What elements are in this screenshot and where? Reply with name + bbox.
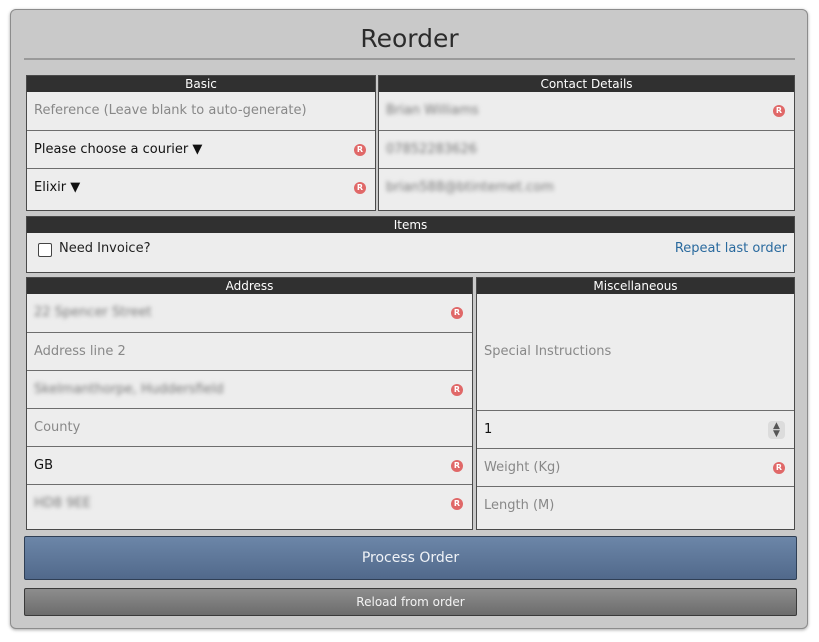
required-icon: R bbox=[354, 182, 366, 194]
address-line1-value: 22 Spencer Street bbox=[34, 305, 152, 320]
postcode-value: HD8 9EE bbox=[34, 496, 91, 511]
required-icon: R bbox=[451, 384, 463, 396]
page-title: Reorder bbox=[24, 20, 795, 60]
reload-from-order-button[interactable]: Reload from order bbox=[24, 588, 797, 616]
reorder-panel: Reorder Basic Reference (Leave blank to … bbox=[10, 9, 808, 629]
items-heading: Items bbox=[27, 217, 794, 233]
length-input[interactable]: Length (M) bbox=[477, 486, 794, 524]
address-heading: Address bbox=[27, 278, 472, 294]
stepper-arrows-icon[interactable]: ▲ ▼ bbox=[768, 421, 785, 439]
weight-placeholder: Weight (Kg) bbox=[484, 460, 561, 475]
contact-name-input[interactable]: Brian Williams R bbox=[379, 92, 794, 130]
weight-input[interactable]: Weight (Kg) R bbox=[477, 448, 794, 486]
county-placeholder: County bbox=[34, 420, 81, 435]
service-select[interactable]: Elixir ▼ R bbox=[27, 168, 375, 206]
courier-select[interactable]: Please choose a courier ▼ R bbox=[27, 130, 375, 168]
address-line2-input[interactable]: Address line 2 bbox=[27, 332, 472, 370]
contact-name-value: Brian Williams bbox=[386, 103, 479, 118]
required-icon: R bbox=[354, 144, 366, 156]
contact-phone-value: 07852283626 bbox=[386, 142, 477, 157]
contact-section: Contact Details Brian Williams R 0785228… bbox=[378, 75, 795, 211]
reference-placeholder: Reference (Leave blank to auto-generate) bbox=[34, 103, 307, 118]
postcode-input[interactable]: HD8 9EE R bbox=[27, 484, 472, 522]
service-value: Elixir ▼ bbox=[34, 180, 81, 195]
county-input[interactable]: County bbox=[27, 408, 472, 446]
address-line2-placeholder: Address line 2 bbox=[34, 344, 126, 359]
misc-section: Miscellaneous Special Instructions 1 ▲ ▼ … bbox=[476, 277, 795, 530]
reference-input[interactable]: Reference (Leave blank to auto-generate) bbox=[27, 92, 375, 130]
contact-heading: Contact Details bbox=[379, 76, 794, 92]
country-input[interactable]: GB R bbox=[27, 446, 472, 484]
address-section: Address 22 Spencer Street R Address line… bbox=[26, 277, 473, 530]
repeat-last-order-link[interactable]: Repeat last order bbox=[675, 241, 787, 256]
special-instructions-placeholder: Special Instructions bbox=[484, 344, 612, 359]
address-line1-input[interactable]: 22 Spencer Street R bbox=[27, 294, 472, 332]
invoice-checkbox[interactable] bbox=[38, 243, 52, 257]
required-icon: R bbox=[773, 462, 785, 474]
required-icon: R bbox=[773, 105, 785, 117]
contact-phone-input[interactable]: 07852283626 bbox=[379, 130, 794, 168]
contact-email-input[interactable]: brian588@btinternet.com bbox=[379, 168, 794, 206]
courier-value: Please choose a courier ▼ bbox=[34, 142, 203, 157]
required-icon: R bbox=[451, 460, 463, 472]
misc-heading: Miscellaneous bbox=[477, 278, 794, 294]
town-value: Skelmanthorpe, Huddersfield bbox=[34, 382, 224, 397]
quantity-stepper[interactable]: 1 ▲ ▼ bbox=[477, 410, 794, 448]
items-section: Items Need Invoice? Repeat last order bbox=[26, 216, 795, 273]
required-icon: R bbox=[451, 498, 463, 510]
basic-section: Basic Reference (Leave blank to auto-gen… bbox=[26, 75, 376, 211]
invoice-label: Need Invoice? bbox=[59, 241, 151, 256]
quantity-value: 1 bbox=[484, 422, 493, 437]
process-order-button[interactable]: Process Order bbox=[24, 536, 797, 580]
contact-email-value: brian588@btinternet.com bbox=[386, 180, 554, 195]
items-row: Need Invoice? Repeat last order bbox=[27, 233, 794, 271]
length-placeholder: Length (M) bbox=[484, 498, 555, 513]
basic-heading: Basic bbox=[27, 76, 375, 92]
required-icon: R bbox=[451, 307, 463, 319]
special-instructions-textarea[interactable]: Special Instructions bbox=[477, 294, 794, 410]
country-value: GB bbox=[34, 458, 53, 473]
town-input[interactable]: Skelmanthorpe, Huddersfield R bbox=[27, 370, 472, 408]
